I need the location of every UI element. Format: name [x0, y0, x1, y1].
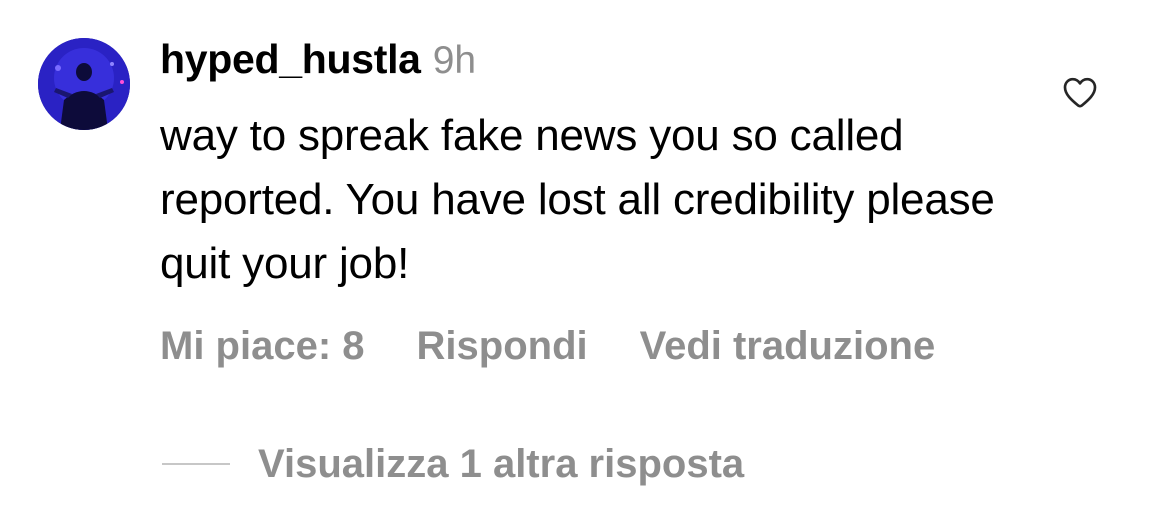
- view-replies-label: Visualizza 1 altra risposta: [258, 441, 745, 486]
- heart-outline-icon: [1063, 77, 1097, 108]
- replies-divider: [162, 463, 230, 465]
- reply-button[interactable]: Rispondi: [417, 324, 588, 369]
- avatar[interactable]: [38, 38, 130, 130]
- likes-count-link[interactable]: Mi piace: 8: [160, 324, 365, 369]
- like-button[interactable]: [1060, 72, 1100, 112]
- comment-text: way to spreak fake news you so called re…: [160, 111, 995, 288]
- comment: hyped_hustla 9h way to spreak fake news …: [0, 0, 1170, 517]
- see-translation-button[interactable]: Vedi traduzione: [640, 324, 936, 369]
- comment-actions: Mi piace: 8 Rispondi Vedi traduzione: [160, 318, 935, 374]
- view-replies-button[interactable]: Visualizza 1 altra risposta: [162, 436, 744, 492]
- timestamp: 9h: [432, 39, 477, 82]
- avatar-image: [38, 38, 130, 130]
- comment-header: hyped_hustla 9h: [160, 36, 476, 92]
- username[interactable]: hyped_hustla: [160, 36, 421, 83]
